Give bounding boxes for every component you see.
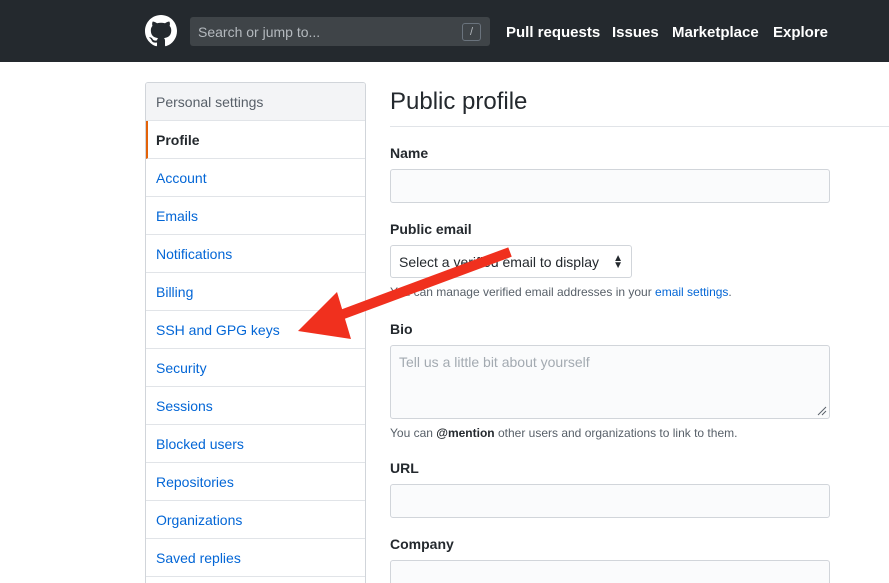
public-email-select[interactable]: Select a verified email to display ▲ ▼	[390, 245, 632, 278]
sidebar-item-sessions[interactable]: Sessions	[146, 387, 365, 425]
nav-explore[interactable]: Explore	[773, 24, 828, 42]
title-divider	[390, 126, 889, 127]
url-input[interactable]	[390, 484, 830, 518]
up-down-caret-icon: ▲ ▼	[613, 253, 623, 271]
company-label: Company	[390, 536, 454, 552]
bio-textarea[interactable]	[390, 345, 830, 419]
public-email-select-value: Select a verified email to display	[399, 254, 599, 270]
nav-marketplace[interactable]: Marketplace	[672, 24, 759, 42]
sidebar-item-organizations[interactable]: Organizations	[146, 501, 365, 539]
sidebar-item-repositories[interactable]: Repositories	[146, 463, 365, 501]
slash-shortcut-key: /	[462, 23, 481, 41]
sidebar-item-security[interactable]: Security	[146, 349, 365, 387]
public-email-label: Public email	[390, 221, 472, 237]
name-input[interactable]	[390, 169, 830, 203]
sidebar-item-blocked-users[interactable]: Blocked users	[146, 425, 365, 463]
bio-note: You can @mention other users and organiz…	[390, 426, 737, 440]
email-settings-link[interactable]: email settings	[655, 285, 728, 299]
sidebar-item-notifications[interactable]: Notifications	[146, 235, 365, 273]
mention-text: @mention	[436, 426, 495, 440]
name-label: Name	[390, 145, 429, 161]
nav-pull-requests[interactable]: Pull requests	[506, 24, 600, 42]
github-logo-icon[interactable]	[145, 15, 177, 47]
bio-label: Bio	[390, 321, 413, 337]
email-note-text: You can manage verified email addresses …	[390, 285, 656, 299]
sidebar-item-profile[interactable]: Profile	[146, 121, 365, 159]
sidebar-item-billing[interactable]: Billing	[146, 273, 365, 311]
sidebar-item-saved-replies[interactable]: Saved replies	[146, 539, 365, 577]
nav-issues[interactable]: Issues	[612, 24, 659, 42]
company-input[interactable]	[390, 560, 830, 583]
sidebar-item-account[interactable]: Account	[146, 159, 365, 197]
bio-note-text: You can	[390, 426, 437, 440]
email-note-end: .	[728, 285, 732, 299]
url-label: URL	[390, 460, 419, 476]
bio-note-end: other users and organizations to link to…	[494, 426, 738, 440]
sidebar-item-emails[interactable]: Emails	[146, 197, 365, 235]
settings-sidebar: Personal settings Profile Account Emails…	[145, 82, 366, 583]
search-box: /	[190, 17, 490, 46]
sidebar-heading: Personal settings	[146, 83, 365, 121]
page-title: Public profile	[390, 88, 528, 115]
search-input[interactable]	[190, 17, 490, 46]
resize-handle-icon[interactable]	[817, 406, 827, 416]
email-note: You can manage verified email addresses …	[390, 285, 732, 299]
sidebar-item-ssh-gpg-keys[interactable]: SSH and GPG keys	[146, 311, 365, 349]
top-navigation-bar: / Pull requests Issues Marketplace Explo…	[0, 0, 889, 62]
